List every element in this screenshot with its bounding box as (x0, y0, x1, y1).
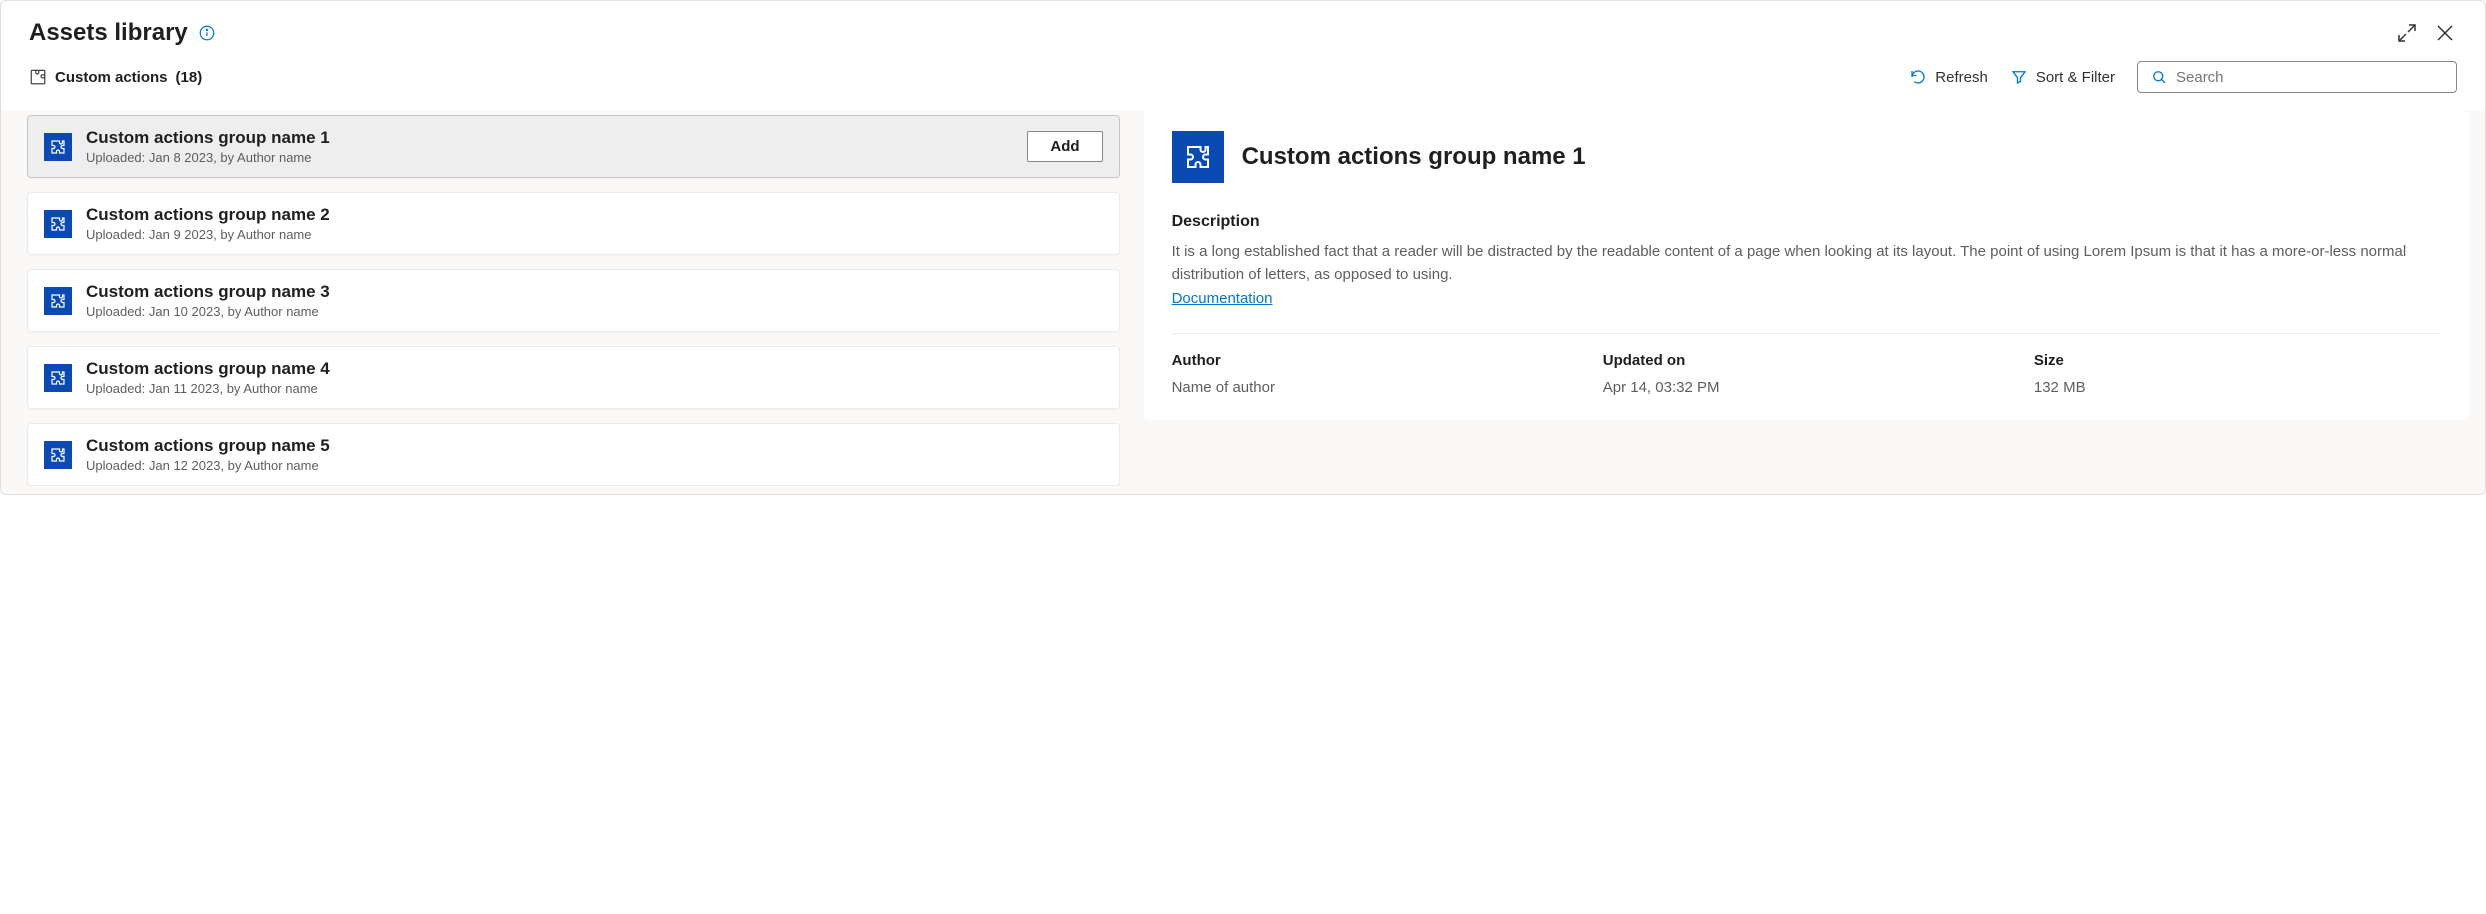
detail-panel: Custom actions group name 1 Description … (1144, 111, 2469, 420)
refresh-button[interactable]: Refresh (1909, 68, 1988, 86)
list-item[interactable]: Custom actions group name 2 Uploaded: Jan… (27, 192, 1120, 255)
filter-icon (2010, 68, 2028, 86)
list-item-text: Custom actions group name 3 Uploaded: Jan… (86, 282, 1103, 319)
toolbar: Custom actions (18) Refresh Sort & Filte… (1, 55, 2485, 111)
list-item-text: Custom actions group name 4 Uploaded: Jan… (86, 359, 1103, 396)
divider (1172, 333, 2441, 334)
puzzle-icon (44, 287, 72, 315)
author-label: Author (1172, 352, 1579, 369)
list-item-subtitle: Uploaded: Jan 10 2023, by Author name (86, 304, 1103, 319)
refresh-label: Refresh (1935, 69, 1988, 86)
list-item-subtitle: Uploaded: Jan 8 2023, by Author name (86, 150, 1013, 165)
list-item-subtitle: Uploaded: Jan 12 2023, by Author name (86, 458, 1103, 473)
list-item[interactable]: Custom actions group name 5 Uploaded: Jan… (27, 423, 1120, 486)
add-button[interactable]: Add (1027, 131, 1102, 162)
description-text: It is a long established fact that a rea… (1172, 241, 2441, 286)
puzzle-icon (44, 210, 72, 238)
updated-value: Apr 14, 03:32 PM (1603, 379, 2010, 396)
category-label: Custom actions (55, 69, 168, 86)
content-area: Custom actions group name 1 Uploaded: Jan… (1, 111, 2485, 494)
list-item-text: Custom actions group name 5 Uploaded: Jan… (86, 436, 1103, 473)
sort-filter-button[interactable]: Sort & Filter (2010, 68, 2115, 86)
asset-list: Custom actions group name 1 Uploaded: Jan… (9, 111, 1120, 486)
category-count: (18) (176, 69, 203, 86)
assets-library-panel: Assets library Custom actions (18) (0, 0, 2486, 495)
list-item[interactable]: Custom actions group name 3 Uploaded: Jan… (27, 269, 1120, 332)
detail-title: Custom actions group name 1 (1242, 143, 1586, 171)
meta-updated: Updated on Apr 14, 03:32 PM (1603, 352, 2010, 396)
list-item-title: Custom actions group name 3 (86, 282, 1103, 302)
size-label: Size (2034, 352, 2441, 369)
info-icon[interactable] (198, 24, 216, 42)
updated-label: Updated on (1603, 352, 2010, 369)
category-heading: Custom actions (18) (29, 68, 202, 86)
author-value: Name of author (1172, 379, 1579, 396)
panel-title-wrap: Assets library (29, 19, 216, 47)
puzzle-icon (29, 68, 47, 86)
list-item-subtitle: Uploaded: Jan 11 2023, by Author name (86, 381, 1103, 396)
meta-row: Author Name of author Updated on Apr 14,… (1172, 352, 2441, 396)
toolbar-right: Refresh Sort & Filter (1909, 61, 2457, 93)
puzzle-icon (44, 441, 72, 469)
meta-size: Size 132 MB (2034, 352, 2441, 396)
expand-icon[interactable] (2395, 21, 2419, 45)
page-title: Assets library (29, 19, 188, 47)
list-item-title: Custom actions group name 4 (86, 359, 1103, 379)
search-box[interactable] (2137, 61, 2457, 93)
header-actions (2395, 21, 2457, 45)
sort-filter-label: Sort & Filter (2036, 69, 2115, 86)
description-label: Description (1172, 213, 2441, 231)
panel-header: Assets library (1, 1, 2485, 55)
list-item[interactable]: Custom actions group name 4 Uploaded: Jan… (27, 346, 1120, 409)
list-item-title: Custom actions group name 5 (86, 436, 1103, 456)
detail-head: Custom actions group name 1 (1172, 131, 2441, 183)
search-input[interactable] (2176, 69, 2444, 86)
list-item[interactable]: Custom actions group name 1 Uploaded: Jan… (27, 115, 1120, 178)
close-icon[interactable] (2433, 21, 2457, 45)
puzzle-icon (44, 133, 72, 161)
list-item-subtitle: Uploaded: Jan 9 2023, by Author name (86, 227, 1103, 242)
puzzle-icon (1172, 131, 1224, 183)
list-item-text: Custom actions group name 1 Uploaded: Jan… (86, 128, 1013, 165)
size-value: 132 MB (2034, 379, 2441, 396)
refresh-icon (1909, 68, 1927, 86)
documentation-link[interactable]: Documentation (1172, 290, 1273, 307)
list-item-title: Custom actions group name 2 (86, 205, 1103, 225)
search-icon (2150, 68, 2168, 86)
list-item-text: Custom actions group name 2 Uploaded: Jan… (86, 205, 1103, 242)
puzzle-icon (44, 364, 72, 392)
meta-author: Author Name of author (1172, 352, 1579, 396)
list-item-title: Custom actions group name 1 (86, 128, 1013, 148)
